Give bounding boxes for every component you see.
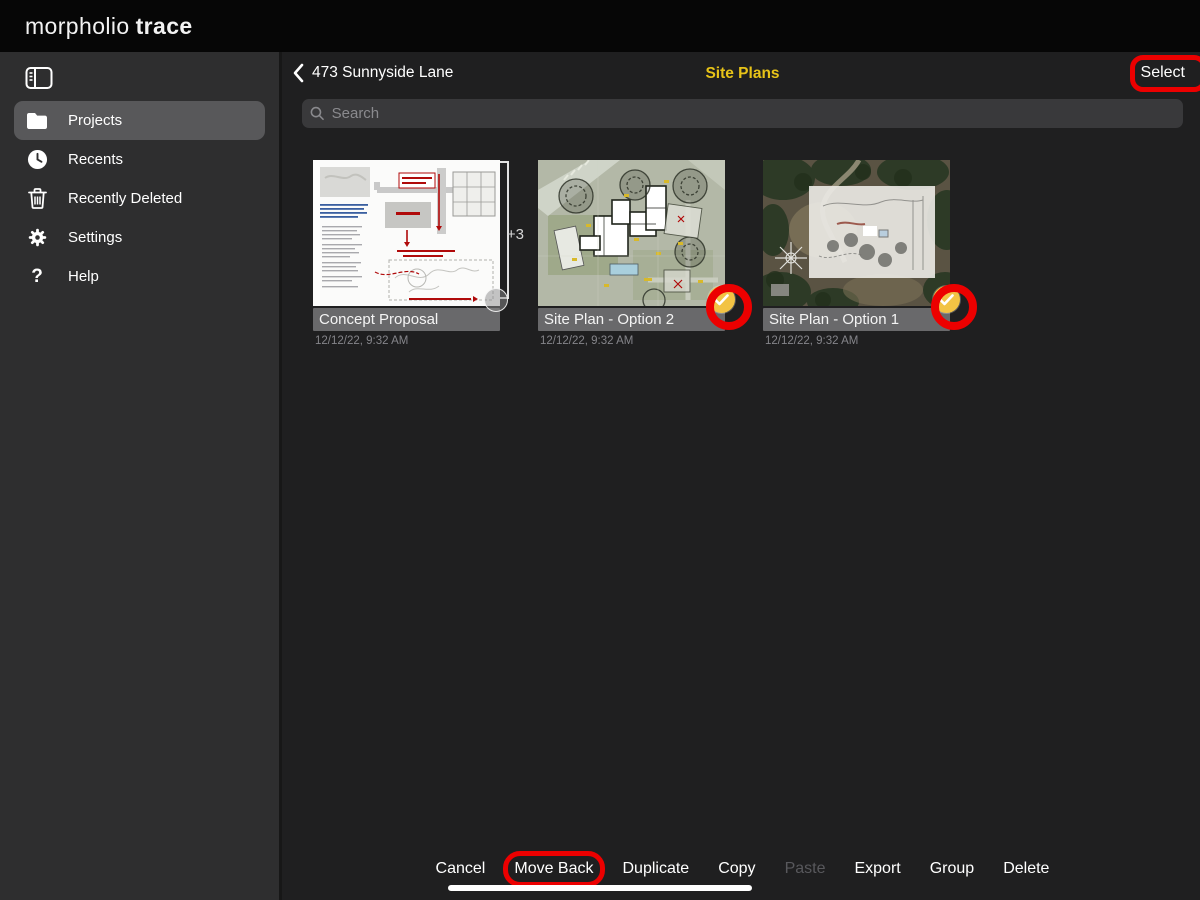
item-title: Concept Proposal xyxy=(319,311,438,328)
item-title: Site Plan - Option 2 xyxy=(544,311,674,328)
app-top-bar: morpholiotrace xyxy=(0,0,1200,52)
sidebar-item-recently-deleted[interactable]: Recently Deleted xyxy=(14,179,265,218)
logo-text-secondary: trace xyxy=(136,13,193,39)
thumbnail-site-plan-option-2[interactable] xyxy=(538,160,725,306)
cancel-button[interactable]: Cancel xyxy=(436,860,486,878)
paste-button[interactable]: Paste xyxy=(785,860,826,878)
app-logo: morpholiotrace xyxy=(25,13,193,40)
sidebar-item-help[interactable]: ? Help xyxy=(14,257,265,296)
select-button-label: Select xyxy=(1141,64,1185,81)
stack-count-badge: +3 xyxy=(507,226,524,243)
thumbnail-site-plan-option-1[interactable] xyxy=(763,160,950,306)
clock-icon xyxy=(25,148,49,172)
concept-proposal-preview-image xyxy=(313,160,500,306)
item-title: Site Plan - Option 1 xyxy=(769,311,899,328)
thumbnail-gallery: +3 Concept Proposal 12/12/22, 9:32 AM xyxy=(285,160,1200,390)
home-indicator[interactable] xyxy=(448,885,752,891)
site-plan-option-1-preview-image xyxy=(763,160,950,306)
sidebar-toggle-icon[interactable] xyxy=(24,65,54,91)
search-bar xyxy=(302,99,1183,128)
site-plan-option-2-preview-image xyxy=(538,160,725,306)
export-button[interactable]: Export xyxy=(854,860,900,878)
item-name-bar: Site Plan - Option 2 xyxy=(538,308,725,331)
gallery-item-site-plan-option-1: Site Plan - Option 1 12/12/22, 9:32 AM xyxy=(763,160,950,347)
move-back-label: Move Back xyxy=(514,860,593,877)
move-back-button[interactable]: Move Back xyxy=(514,860,593,878)
item-name-bar: Site Plan - Option 1 xyxy=(763,308,950,331)
item-name-bar: Concept Proposal xyxy=(313,308,500,331)
sidebar: Projects Recents Recently Deleted xyxy=(0,52,282,900)
logo-text-primary: morpholio xyxy=(25,13,130,39)
sidebar-item-label: Help xyxy=(68,268,99,285)
select-button[interactable]: Select xyxy=(1141,64,1185,82)
gallery-header: 473 Sunnyside Lane Site Plans Select xyxy=(285,52,1200,98)
thumbnail-concept-proposal[interactable]: +3 xyxy=(313,160,500,306)
question-icon: ? xyxy=(25,265,49,289)
item-date: 12/12/22, 9:32 AM xyxy=(763,335,950,347)
sidebar-item-label: Projects xyxy=(68,112,122,129)
gallery-item-concept-proposal: +3 Concept Proposal 12/12/22, 9:32 AM xyxy=(313,160,500,347)
item-date: 12/12/22, 9:32 AM xyxy=(313,335,500,347)
item-date: 12/12/22, 9:32 AM xyxy=(538,335,725,347)
sidebar-item-label: Recently Deleted xyxy=(68,190,182,207)
delete-button[interactable]: Delete xyxy=(1003,860,1049,878)
page-title: Site Plans xyxy=(285,65,1200,83)
group-button[interactable]: Group xyxy=(930,860,974,878)
duplicate-button[interactable]: Duplicate xyxy=(623,860,690,878)
search-input[interactable] xyxy=(332,105,1175,122)
selection-check-circle[interactable] xyxy=(933,286,960,313)
gear-icon xyxy=(25,226,49,250)
checkmark-icon xyxy=(939,294,954,306)
main-content: 473 Sunnyside Lane Site Plans Select xyxy=(285,52,1200,900)
sidebar-menu: Projects Recents Recently Deleted xyxy=(0,101,279,296)
sidebar-item-recents[interactable]: Recents xyxy=(14,140,265,179)
sidebar-item-label: Settings xyxy=(68,229,122,246)
sidebar-item-projects[interactable]: Projects xyxy=(14,101,265,140)
trash-icon xyxy=(25,187,49,211)
sidebar-item-settings[interactable]: Settings xyxy=(14,218,265,257)
gallery-item-site-plan-option-2: Site Plan - Option 2 12/12/22, 9:32 AM xyxy=(538,160,725,347)
folder-icon xyxy=(25,109,49,133)
search-icon xyxy=(310,106,325,121)
checkmark-icon xyxy=(714,294,729,306)
selection-circle-unchecked[interactable] xyxy=(484,288,508,312)
sidebar-item-label: Recents xyxy=(68,151,123,168)
copy-button[interactable]: Copy xyxy=(718,860,755,878)
selection-check-circle[interactable] xyxy=(708,286,735,313)
selection-toolbar: Cancel Move Back Duplicate Copy Paste Ex… xyxy=(285,860,1200,878)
